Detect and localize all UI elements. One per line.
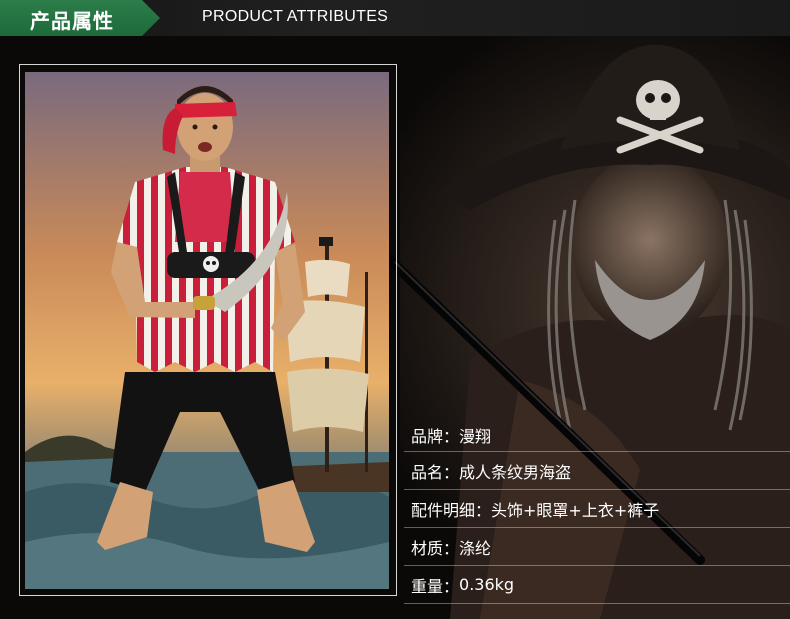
attr-label: 品名： bbox=[411, 462, 460, 482]
pirate-costume-model-image bbox=[25, 72, 389, 589]
attr-value: 头饰+眼罩+上衣+裤子 bbox=[491, 500, 660, 520]
attr-row-product-name: 品名： 成人条纹男海盗 bbox=[404, 452, 790, 490]
attr-value: 涤纶 bbox=[459, 538, 492, 558]
attr-row-material: 材质： 涤纶 bbox=[404, 528, 790, 566]
header-title-cn: 产品属性 bbox=[30, 9, 114, 33]
belt-skull-icon bbox=[203, 256, 219, 272]
attr-row-weight: 重量： 0.36kg bbox=[404, 566, 790, 604]
product-photo bbox=[25, 72, 389, 589]
attr-label: 品牌： bbox=[411, 426, 460, 446]
header-title-en: PRODUCT ATTRIBUTES bbox=[202, 8, 389, 25]
header-bar: 产品属性 PRODUCT ATTRIBUTES bbox=[0, 0, 790, 36]
attr-label: 材质： bbox=[411, 538, 460, 558]
attr-row-accessories: 配件明细： 头饰+眼罩+上衣+裤子 bbox=[404, 490, 790, 528]
attr-label: 重量： bbox=[411, 576, 460, 596]
attr-row-brand: 品牌： 漫翔 bbox=[404, 418, 790, 452]
attributes-list: 品牌： 漫翔 品名： 成人条纹男海盗 配件明细： 头饰+眼罩+上衣+裤子 材质： 涤纶 … bbox=[404, 418, 790, 604]
attr-value: 0.36kg bbox=[459, 575, 515, 594]
attr-value: 成人条纹男海盗 bbox=[459, 462, 572, 482]
attr-value: 漫翔 bbox=[459, 426, 492, 446]
attr-label: 配件明细： bbox=[411, 500, 492, 520]
